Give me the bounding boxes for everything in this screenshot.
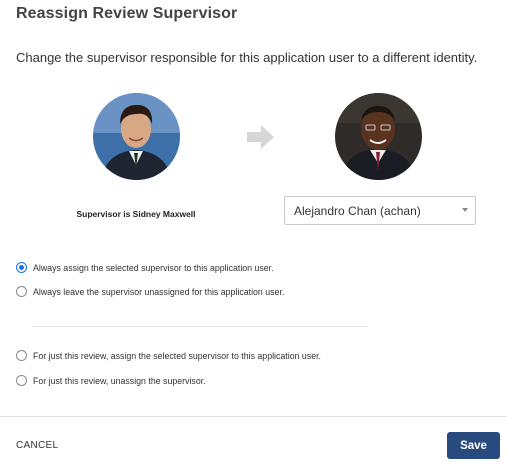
save-button[interactable]: Save (447, 432, 500, 459)
option-review-unassign[interactable]: For just this review, unassign the super… (16, 375, 206, 386)
option-label: Always assign the selected supervisor to… (33, 262, 274, 273)
current-supervisor-label: Supervisor is Sidney Maxwell (76, 209, 196, 219)
new-supervisor-select-value: Alejandro Chan (achan) (294, 203, 421, 218)
arrow-right-icon (245, 124, 276, 155)
option-label: Always leave the supervisor unassigned f… (33, 286, 285, 297)
option-label: For just this review, unassign the super… (33, 375, 206, 386)
new-supervisor-avatar (335, 93, 422, 180)
radio-always-assign[interactable] (16, 262, 27, 273)
option-label: For just this review, assign the selecte… (33, 350, 321, 361)
footer-divider (0, 416, 507, 417)
chevron-down-icon (462, 208, 468, 212)
option-review-assign[interactable]: For just this review, assign the selecte… (16, 350, 321, 361)
new-supervisor-select[interactable]: Alejandro Chan (achan) (284, 196, 476, 225)
radio-review-assign[interactable] (16, 350, 27, 361)
reassign-supervisor-dialog: Reassign Review Supervisor Change the su… (0, 0, 507, 465)
cancel-button[interactable]: CANCEL (16, 440, 58, 451)
dialog-description: Change the supervisor responsible for th… (16, 50, 478, 65)
dialog-title: Reassign Review Supervisor (16, 5, 238, 22)
radio-always-unassigned[interactable] (16, 286, 27, 297)
options-divider (32, 326, 368, 327)
option-always-assign[interactable]: Always assign the selected supervisor to… (16, 262, 274, 273)
current-supervisor-avatar (93, 93, 180, 180)
radio-review-unassign[interactable] (16, 375, 27, 386)
option-always-unassigned[interactable]: Always leave the supervisor unassigned f… (16, 286, 284, 297)
